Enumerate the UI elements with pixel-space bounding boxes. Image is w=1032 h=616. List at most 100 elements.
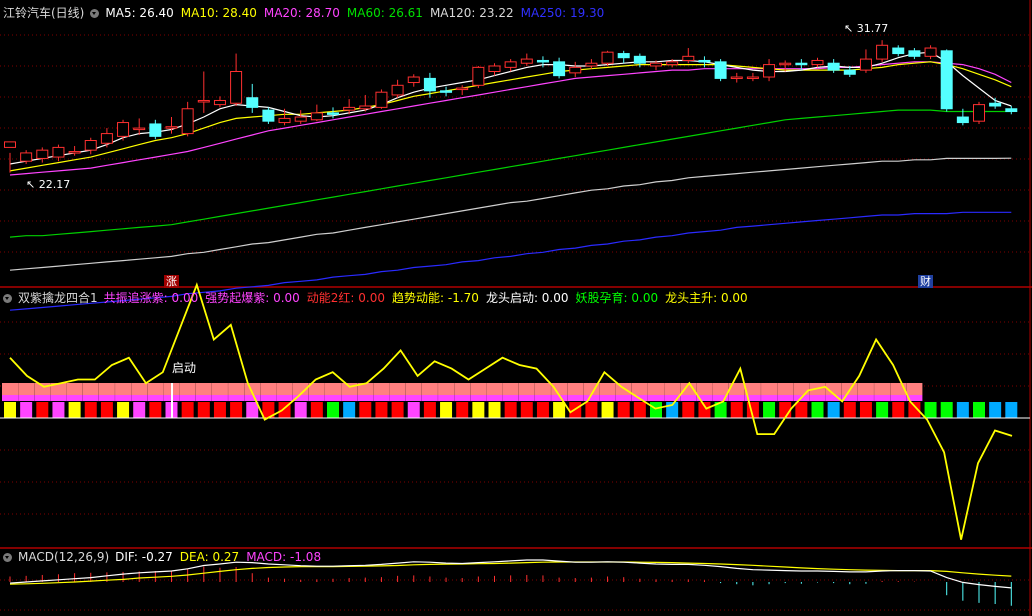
ma-label: MA60: 26.61 — [346, 6, 423, 20]
signal-bar — [84, 402, 97, 418]
candle-up — [4, 141, 16, 148]
signal-bar-mid — [260, 395, 277, 401]
candle-up — [666, 61, 679, 66]
signal-bar — [811, 402, 824, 418]
candle-up — [569, 66, 582, 74]
signal-bar-mid — [98, 395, 115, 401]
candle-up — [310, 112, 323, 121]
candle-down — [617, 53, 630, 59]
candle-up — [133, 127, 146, 131]
signal-bar — [843, 402, 856, 418]
candle-up — [650, 62, 662, 67]
signal-bar — [876, 402, 889, 418]
signal-bar-top — [18, 383, 35, 395]
macd-label: DIF: -0.27 — [115, 550, 173, 564]
macd-label: MACD: -1.08 — [246, 550, 322, 564]
ma-label: MA20: 28.70 — [263, 6, 340, 20]
dropdown-icon[interactable] — [90, 8, 100, 18]
candle-up — [746, 76, 759, 80]
candle-up — [730, 76, 743, 80]
signal-bar — [827, 402, 840, 418]
signal-bar-mid — [211, 395, 228, 401]
candle-up — [973, 104, 985, 122]
candle-up — [343, 106, 356, 111]
ma-label: MA10: 28.40 — [180, 6, 257, 20]
signal-bar — [682, 402, 695, 418]
signal-bar-mid — [357, 395, 374, 401]
signal-bar — [553, 402, 566, 418]
candle-down — [553, 61, 566, 77]
signal-bar-top — [551, 383, 568, 395]
candle-up — [504, 61, 517, 68]
candle-up — [924, 47, 937, 57]
signal-bar — [4, 402, 16, 418]
low-price-label: ↖ 22.17 — [26, 178, 70, 191]
price-panel-header: 江铃汽车(日线) MA5: 26.40 MA10: 28.40 MA20: 28.7… — [3, 5, 611, 21]
signal-bar-mid — [728, 395, 745, 401]
signal-bar-mid — [2, 395, 18, 401]
signal-bar — [197, 402, 210, 418]
indicator-title[interactable]: 双紫擒龙四合1 — [18, 290, 98, 306]
candle-up — [36, 149, 49, 159]
signal-bar — [892, 402, 905, 418]
candle-up — [859, 58, 872, 71]
signal-bar — [20, 402, 33, 418]
candle-up — [84, 140, 97, 151]
indicator-labels: 共振追涨紫: 0.00 强势起爆紫: 0.00 动能2红: 0.00 趋势动能: -1… — [104, 290, 755, 306]
signal-bar-top — [874, 383, 891, 395]
chart-canvas[interactable]: ↖ 31.77 ↖ 22.17 启动 — [0, 0, 1032, 616]
signal-bar — [117, 402, 130, 418]
signal-bar-mid — [405, 395, 422, 401]
candle-up — [520, 58, 533, 64]
signal-bar-mid — [131, 395, 148, 401]
signal-bar — [230, 402, 243, 418]
indicator-label: 共振追涨紫: 0.00 — [103, 291, 199, 305]
candle-up — [278, 117, 291, 124]
signal-bar-mid — [341, 395, 358, 401]
signal-bar-top — [712, 383, 729, 395]
signal-bar — [617, 402, 630, 418]
signal-bar — [633, 402, 646, 418]
signal-bar — [36, 402, 49, 418]
dropdown-icon[interactable] — [3, 552, 12, 562]
signal-bar-mid — [228, 395, 245, 401]
signal-bar — [52, 402, 65, 418]
signal-bar-mid — [809, 395, 826, 401]
candle-up — [601, 51, 614, 64]
stock-title[interactable]: 江铃汽车(日线) — [3, 5, 84, 21]
candle-down — [327, 112, 339, 115]
candle-down — [843, 69, 856, 75]
signal-bar — [327, 402, 339, 418]
signal-bar-mid — [389, 395, 406, 401]
signal-bar-top — [534, 383, 551, 395]
signal-bar-top — [648, 383, 664, 395]
signal-bar — [956, 402, 969, 418]
signal-bar-top — [857, 383, 874, 395]
signal-bar-mid — [373, 395, 390, 401]
signal-bar-mid — [147, 395, 164, 401]
macd-title[interactable]: MACD(12,26,9) — [18, 549, 109, 565]
ma20-line — [9, 61, 1012, 176]
limit-up-badge[interactable]: 涨 — [164, 275, 179, 288]
candle-up — [117, 122, 130, 137]
candle-down — [908, 50, 921, 57]
signal-bar-mid — [179, 395, 196, 401]
signal-bar-mid — [50, 395, 67, 401]
signal-bar — [343, 402, 356, 418]
candle-down — [892, 47, 905, 55]
signal-bar-top — [454, 383, 471, 395]
signal-bar — [650, 402, 662, 418]
candle-up — [230, 71, 243, 104]
signal-bar-mid — [615, 395, 632, 401]
signal-bar-top — [405, 383, 422, 395]
candle-up — [779, 62, 792, 66]
candle-up — [682, 55, 695, 61]
candle-up — [488, 65, 501, 73]
dropdown-icon[interactable] — [3, 293, 12, 303]
signal-bar — [149, 402, 162, 418]
signal-bar-top — [2, 383, 18, 395]
signal-bar-top — [567, 383, 584, 395]
financial-report-badge[interactable]: 财 — [918, 275, 933, 288]
indicator-panel-header: 双紫擒龙四合1 共振追涨紫: 0.00 强势起爆紫: 0.00 动能2红: 0.00… — [3, 290, 755, 306]
indicator-label: 强势起爆紫: 0.00 — [205, 291, 300, 305]
